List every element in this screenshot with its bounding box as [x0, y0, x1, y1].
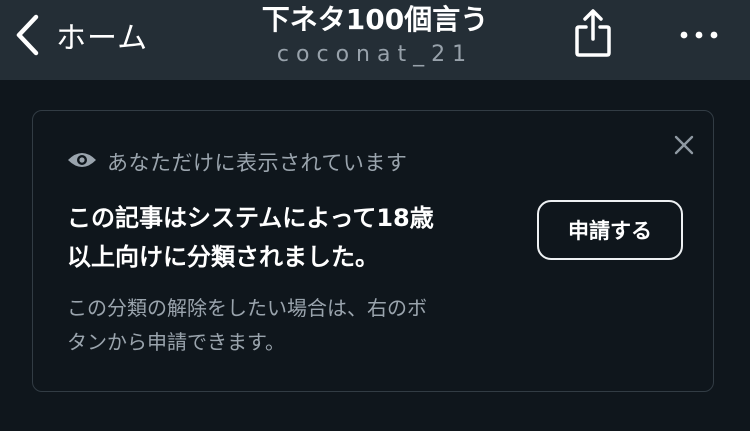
back-button-label: ホーム — [56, 21, 149, 56]
share-icon — [574, 9, 612, 62]
appeal-instructions: この分類の解除をしたい場合は、右のボ タンから申請できます。 — [67, 291, 527, 359]
close-icon — [672, 135, 696, 161]
title-block: 下ネタ100個言う coconat_21 — [200, 2, 550, 70]
age-classification-notice: あなただけに表示されています この記事はシステムによって18歳 以上向けに分類さ… — [32, 110, 714, 392]
eye-icon — [67, 150, 97, 174]
close-notice-button[interactable] — [672, 133, 696, 157]
more-horizontal-icon — [678, 31, 720, 54]
page-subtitle: coconat_21 — [276, 42, 474, 67]
visibility-row: あなただけに表示されています — [67, 147, 407, 177]
classification-message-line: この記事はシステムによって18歳 — [67, 204, 434, 232]
appeal-instructions-line: この分類の解除をしたい場合は、右のボ — [67, 296, 427, 320]
share-button[interactable] — [574, 8, 612, 58]
chevron-left-icon — [14, 13, 40, 57]
page-title: 下ネタ100個言う — [261, 3, 489, 36]
top-nav-bar: ホーム 下ネタ100個言う coconat_21 — [0, 0, 750, 80]
apply-button[interactable]: 申請する — [537, 200, 683, 260]
classification-message-line: 以上向けに分類されました。 — [67, 243, 379, 271]
back-button[interactable]: ホーム — [14, 12, 148, 58]
more-button[interactable] — [678, 20, 720, 50]
appeal-instructions-line: タンから申請できます。 — [67, 330, 285, 354]
classification-message: この記事はシステムによって18歳 以上向けに分類されました。 — [67, 199, 517, 277]
visibility-text: あなただけに表示されています — [107, 151, 408, 175]
